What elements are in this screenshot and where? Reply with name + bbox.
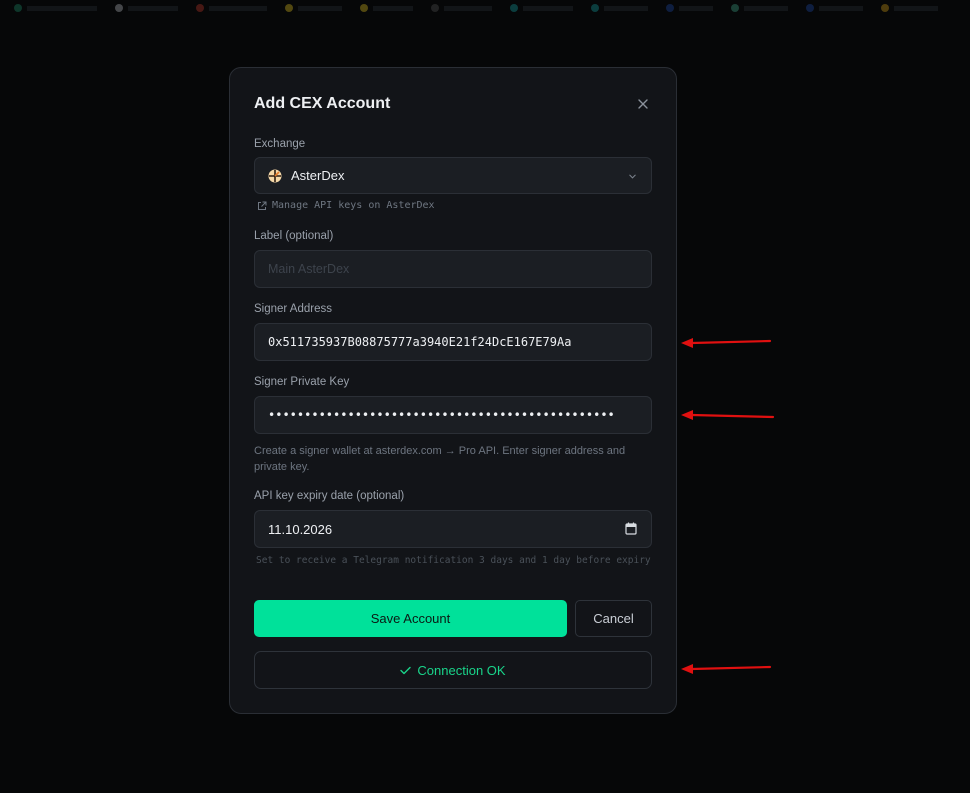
background-tab xyxy=(360,4,413,12)
background-tab xyxy=(731,4,788,12)
label-field-label: Label (optional) xyxy=(254,230,334,242)
signer-address-value: 0x511735937B08875777a3940E21f24DcE167E79… xyxy=(268,335,572,349)
exchange-selected-value: AsterDex xyxy=(291,168,345,183)
signer-address-label: Signer Address xyxy=(254,303,332,315)
manage-api-keys-text: Manage API keys on AsterDex xyxy=(272,200,435,211)
close-icon[interactable] xyxy=(636,97,650,111)
expiry-date-value: 11.10.2026 xyxy=(268,521,333,537)
expiry-hint-text: Set to receive a Telegram notification 3… xyxy=(256,555,651,566)
signer-help-text: Create a signer wallet at asterdex.com →… xyxy=(254,445,626,473)
label-input[interactable]: Main AsterDex xyxy=(254,250,652,288)
background-tab xyxy=(115,4,178,12)
connection-status-button[interactable]: Connection OK xyxy=(254,651,652,689)
background-tab xyxy=(285,4,342,12)
asterdex-logo-icon xyxy=(268,169,282,182)
chevron-down-icon xyxy=(629,174,636,179)
exchange-select[interactable]: AsterDex xyxy=(254,157,652,194)
signer-address-input[interactable]: 0x511735937B08875777a3940E21f24DcE167E79… xyxy=(254,323,652,361)
background-tab xyxy=(881,4,938,12)
exchange-label: Exchange xyxy=(254,138,306,150)
annotation-arrow-private-key xyxy=(681,410,775,420)
background-tab xyxy=(510,4,573,12)
background-tab xyxy=(591,4,648,12)
connection-status-label: Connection OK xyxy=(417,662,506,678)
signer-private-key-input[interactable]: ••••••••••••••••••••••••••••••••••••••••… xyxy=(254,396,652,434)
background-tab xyxy=(431,4,492,12)
expiry-label: API key expiry date (optional) xyxy=(254,490,405,502)
background-tab xyxy=(806,4,863,12)
dialog-title: Add CEX Account xyxy=(254,95,391,112)
annotation-arrow-signer-address xyxy=(681,338,772,348)
external-link-icon xyxy=(258,201,267,210)
background-tab-strip xyxy=(0,0,970,16)
save-account-button[interactable]: Save Account xyxy=(254,600,567,637)
background-tab xyxy=(14,4,97,12)
manage-api-keys-link[interactable]: Manage API keys on AsterDex xyxy=(257,200,435,211)
add-cex-account-dialog: Add CEX Account Exchange AsterDex Manage… xyxy=(229,67,677,714)
background-tab xyxy=(196,4,267,12)
cancel-button[interactable]: Cancel xyxy=(575,600,652,637)
signer-private-key-label: Signer Private Key xyxy=(254,376,350,388)
signer-private-key-masked-value: ••••••••••••••••••••••••••••••••••••••••… xyxy=(268,408,615,422)
background-tab xyxy=(666,4,713,12)
annotation-arrow-connection-ok xyxy=(681,664,772,674)
expiry-date-input[interactable]: 11.10.2026 xyxy=(254,510,652,548)
calendar-icon[interactable] xyxy=(625,522,637,535)
check-icon xyxy=(400,666,412,674)
label-input-placeholder: Main AsterDex xyxy=(268,262,350,276)
